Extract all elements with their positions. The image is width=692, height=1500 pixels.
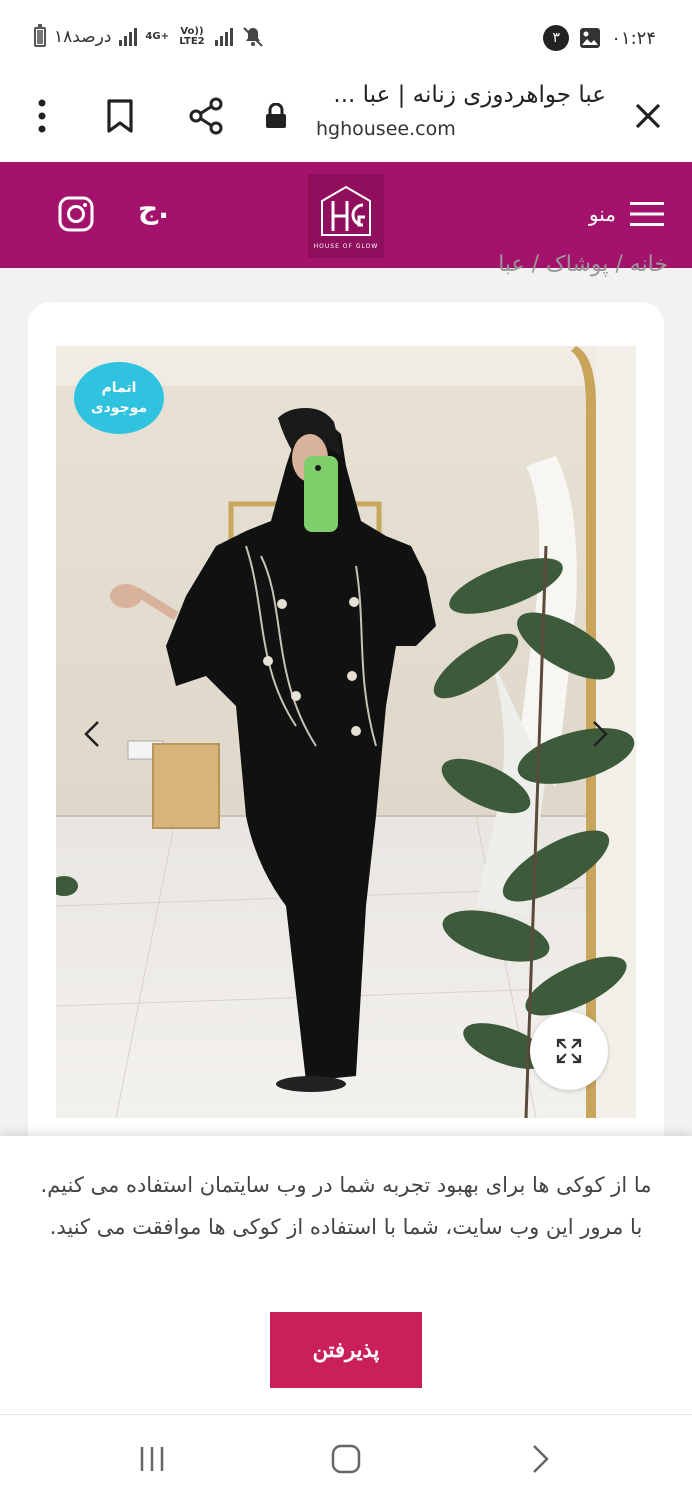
product-image[interactable] xyxy=(56,346,636,1118)
chevron-right-icon xyxy=(593,721,608,747)
more-options-button[interactable] xyxy=(14,88,70,144)
out-of-stock-badge: اتمام موجودی xyxy=(74,362,164,434)
lock-icon xyxy=(266,103,286,128)
share-icon xyxy=(189,97,223,135)
site-logo[interactable]: HOUSE OF GLOW xyxy=(308,174,384,258)
cookie-message: ما از کوکی ها برای بهبود تجربه شما در وب… xyxy=(40,1173,652,1239)
chevron-left-icon xyxy=(84,721,99,747)
close-icon xyxy=(635,103,661,129)
back-arrow-icon xyxy=(533,1445,549,1473)
home-icon xyxy=(331,1444,361,1474)
cart-button[interactable]: ج. xyxy=(138,192,169,225)
logo-subtitle: HOUSE OF GLOW xyxy=(313,242,379,250)
home-button[interactable] xyxy=(324,1437,368,1481)
status-right: ۳ ۰۱:۲۴ xyxy=(543,24,656,52)
share-button[interactable] xyxy=(178,88,234,144)
zoom-image-button[interactable] xyxy=(530,1012,608,1090)
more-vertical-icon xyxy=(38,99,46,133)
signal-icon-2 xyxy=(214,28,233,46)
page-title[interactable]: عبا جواهردوزی زنانه | عبا ... xyxy=(306,82,606,108)
mute-icon xyxy=(243,27,263,47)
notification-count-badge: ۳ xyxy=(543,25,570,51)
signal-icon xyxy=(119,28,138,46)
status-left: ۱۸درصد 4G+ Vo)) LTE2 xyxy=(34,24,265,50)
battery-text: ۱۸درصد xyxy=(54,27,112,47)
expand-icon xyxy=(556,1038,582,1064)
browser-address-bar: عبا جواهردوزی زنانه | عبا ... hghousee.c… xyxy=(0,72,692,162)
menu-label: منو xyxy=(588,202,616,226)
accept-cookies-button[interactable]: پذیرفتن xyxy=(270,1312,422,1388)
page-domain[interactable]: hghousee.com xyxy=(316,118,456,140)
cookie-banner: ما از کوکی ها برای بهبود تجربه شما در وب… xyxy=(0,1136,692,1414)
bookmark-button[interactable] xyxy=(92,88,148,144)
network-type-1: 4G+ xyxy=(145,31,169,42)
clock: ۰۱:۲۴ xyxy=(611,27,656,49)
bookmark-icon xyxy=(107,99,133,133)
recent-apps-button[interactable] xyxy=(130,1437,174,1481)
system-navigation-bar xyxy=(0,1414,692,1500)
battery-icon xyxy=(34,24,46,47)
image-prev-button[interactable] xyxy=(72,714,112,754)
status-bar: ۱۸درصد 4G+ Vo)) LTE2 ۳ ۰۱:۲۴ xyxy=(0,0,692,72)
hamburger-icon xyxy=(630,202,664,226)
recent-apps-icon xyxy=(140,1447,164,1471)
image-next-button[interactable] xyxy=(580,714,620,754)
site-info-button[interactable] xyxy=(248,88,304,144)
back-button[interactable] xyxy=(518,1437,562,1481)
image-notification-icon xyxy=(580,28,601,48)
menu-button[interactable]: منو xyxy=(589,194,664,234)
hg-logo-icon xyxy=(321,185,371,236)
breadcrumb[interactable]: خانه / پوشاک / عبا xyxy=(400,252,692,278)
close-tab-button[interactable] xyxy=(620,88,676,144)
product-photo xyxy=(56,346,636,1118)
instagram-button[interactable] xyxy=(58,196,94,236)
instagram-icon xyxy=(58,196,94,232)
network-type-2: Vo)) LTE2 xyxy=(179,26,205,47)
